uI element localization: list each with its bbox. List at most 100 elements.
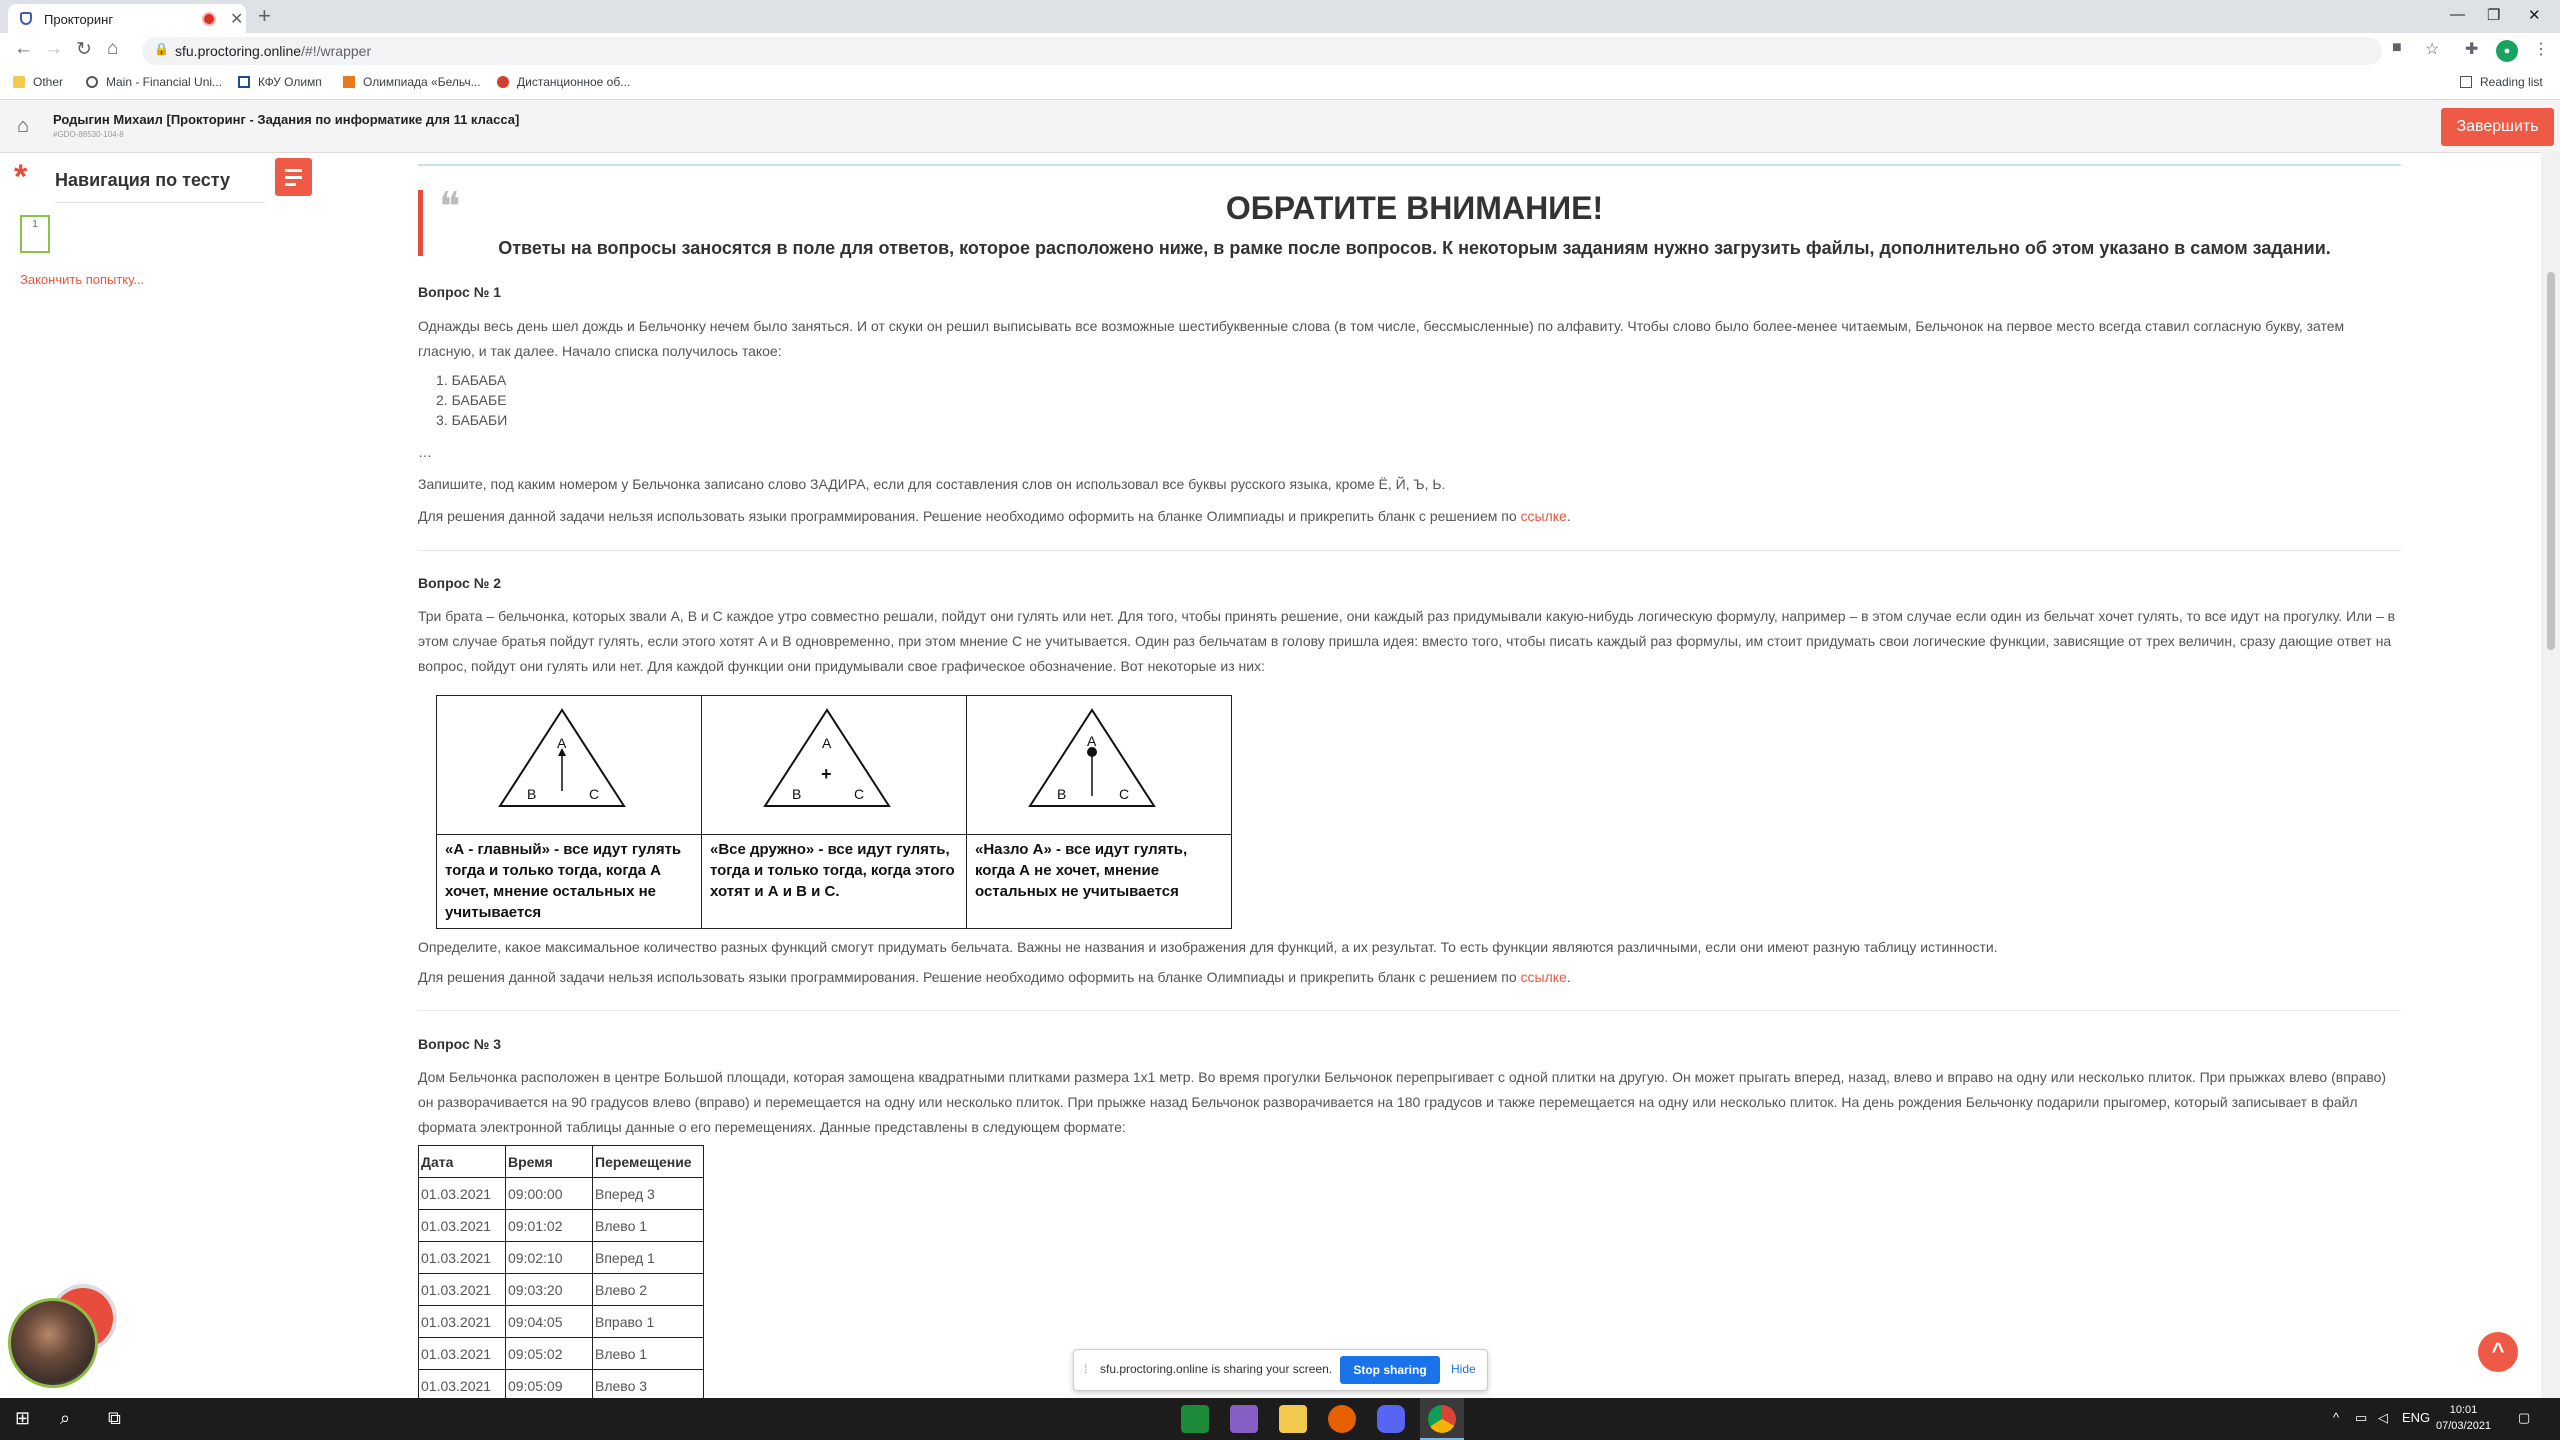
chrome-icon bbox=[1428, 1405, 1456, 1433]
question-nav-button[interactable]: 1 bbox=[20, 215, 50, 253]
reading-list[interactable]: Reading list bbox=[2460, 75, 2543, 89]
note-dot: . bbox=[1566, 508, 1571, 524]
url-host: sfu.proctoring.online bbox=[175, 43, 302, 59]
column-header: Время bbox=[505, 1145, 593, 1178]
column-header: Дата bbox=[418, 1145, 506, 1178]
windows-start-icon[interactable]: ⊞ bbox=[15, 1408, 30, 1429]
asterisk-icon: * bbox=[14, 158, 28, 196]
table-cell: 01.03.2021 bbox=[418, 1177, 506, 1210]
finish-button[interactable]: Завершить bbox=[2441, 108, 2554, 146]
function-all-together-image: A + B C bbox=[701, 695, 967, 835]
app-header: ⌂ Родыгин Михаил [Прокторинг - Задания п… bbox=[0, 100, 2560, 153]
notice-title: ОБРАТИТЕ ВНИМАНИЕ! bbox=[1225, 190, 1604, 226]
bookmark-label: Олимпиада «Бельч... bbox=[363, 75, 481, 89]
hide-button[interactable]: Hide bbox=[1451, 1362, 1476, 1376]
firefox-icon[interactable] bbox=[1328, 1405, 1356, 1433]
close-tab-icon[interactable]: ✕ bbox=[230, 9, 243, 29]
home-icon[interactable]: ⌂ bbox=[107, 38, 118, 60]
vertex-a-label: A bbox=[822, 735, 832, 751]
bookmark-label: Main - Financial Uni... bbox=[106, 75, 223, 89]
menu-icon[interactable]: ⋮ bbox=[2533, 39, 2549, 59]
file-explorer-icon[interactable] bbox=[1279, 1405, 1307, 1433]
divider bbox=[418, 1010, 2401, 1011]
scroll-to-top-button[interactable]: ^ bbox=[2478, 1332, 2518, 1372]
bookmarks-bar: Other Main - Financial Uni... КФУ Олимп … bbox=[0, 69, 2560, 100]
back-icon[interactable]: ← bbox=[14, 38, 33, 60]
stop-sharing-button[interactable]: Stop sharing bbox=[1340, 1356, 1440, 1384]
page-scrollbar[interactable] bbox=[2541, 152, 2560, 1398]
close-window-icon[interactable]: ✕ bbox=[2528, 6, 2541, 24]
table-cell: 01.03.2021 bbox=[418, 1305, 506, 1338]
reload-icon[interactable]: ↻ bbox=[76, 38, 92, 61]
shield-icon bbox=[20, 12, 32, 25]
plus-mark: + bbox=[821, 764, 832, 784]
bookmark-olympiad[interactable]: Олимпиада «Бельч... bbox=[343, 75, 481, 89]
question-2-note: Для решения данной задачи нельзя использ… bbox=[418, 965, 2401, 990]
notifications-icon[interactable]: ▢ bbox=[2518, 1410, 2530, 1426]
menu-bar-icon bbox=[285, 176, 302, 179]
finish-attempt-link[interactable]: Закончить попытку... bbox=[20, 272, 144, 287]
webcam-preview bbox=[8, 1298, 98, 1388]
main-content: ❝ ОБРАТИТЕ ВНИМАНИЕ! Ответы на вопросы з… bbox=[418, 152, 2401, 1398]
question-1-ellipsis: … bbox=[418, 444, 432, 460]
search-icon[interactable]: ⌕ bbox=[60, 1408, 70, 1429]
address-bar[interactable]: 🔒 sfu.proctoring.online/#!/wrapper bbox=[142, 37, 2382, 65]
clock[interactable]: 10:01 07/03/2021 bbox=[2436, 1402, 2491, 1434]
function-spite-a-image: A B C bbox=[966, 695, 1232, 835]
camera-icon[interactable]: ■ bbox=[2392, 39, 2402, 57]
restore-icon[interactable]: ❐ bbox=[2487, 6, 2500, 24]
nav-toggle-button[interactable] bbox=[275, 158, 312, 196]
solution-link[interactable]: ссылке bbox=[1521, 969, 1567, 985]
pycharm-icon[interactable] bbox=[1181, 1405, 1209, 1433]
folder-icon bbox=[13, 76, 25, 88]
table-cell: Влево 3 bbox=[592, 1369, 704, 1398]
divider bbox=[418, 550, 2401, 551]
table-cell: Вправо 1 bbox=[592, 1305, 704, 1338]
forward-icon[interactable]: → bbox=[44, 38, 63, 60]
profile-avatar[interactable]: ● bbox=[2496, 40, 2518, 62]
drag-handle-icon[interactable]: ⁞ bbox=[1084, 1362, 1087, 1376]
function-caption: «Все дружно» - все идут гулять, тогда и … bbox=[701, 834, 967, 929]
bookmark-label: КФУ Олимп bbox=[258, 75, 322, 89]
list-item: 3. БАБАБИ bbox=[436, 412, 508, 428]
network-icon[interactable]: ▭ bbox=[2355, 1410, 2367, 1426]
browser-tabstrip: Прокторинг ✕ + — ❐ ✕ bbox=[0, 0, 2560, 33]
clock-date: 07/03/2021 bbox=[2436, 1420, 2492, 1432]
minimize-icon[interactable]: — bbox=[2450, 6, 2465, 23]
bookmark-financial[interactable]: Main - Financial Uni... bbox=[86, 75, 222, 89]
new-tab-icon[interactable]: + bbox=[258, 3, 271, 29]
table-row: 01.03.2021 09:05:02 Влево 1 bbox=[418, 1337, 704, 1370]
solution-link[interactable]: ссылке bbox=[1521, 508, 1567, 524]
bookmark-distance[interactable]: Дистанционное об... bbox=[497, 75, 630, 89]
star-icon[interactable]: ☆ bbox=[2425, 39, 2439, 59]
menu-bar-icon bbox=[285, 183, 296, 186]
visual-studio-icon[interactable] bbox=[1230, 1405, 1258, 1433]
bookmark-other[interactable]: Other bbox=[13, 75, 63, 89]
language-indicator[interactable]: ENG bbox=[2402, 1410, 2430, 1425]
session-id: #GDO-88530-104-8 bbox=[53, 130, 124, 139]
nav-divider bbox=[55, 202, 265, 203]
bookmark-kfu[interactable]: КФУ Олимп bbox=[238, 75, 322, 89]
extensions-icon[interactable]: ✚ bbox=[2465, 39, 2478, 59]
note-text: Для решения данной задачи нельзя использ… bbox=[418, 969, 1517, 985]
table-row: 01.03.2021 09:04:05 Вправо 1 bbox=[418, 1305, 704, 1338]
function-a-main-image: A B C bbox=[436, 695, 702, 835]
url-text[interactable]: sfu.proctoring.online/#!/wrapper bbox=[175, 43, 371, 59]
movements-table: Дата Время Перемещение 01.03.2021 09:00:0… bbox=[418, 1145, 704, 1398]
triangle-spite-a-diagram: A B C bbox=[1028, 708, 1156, 807]
dots-icon bbox=[497, 76, 509, 88]
clock-time: 10:01 bbox=[2449, 1404, 2478, 1416]
tray-chevron-icon[interactable]: ^ bbox=[2333, 1410, 2339, 1425]
table-cell: 09:02:10 bbox=[505, 1241, 593, 1274]
task-view-icon[interactable]: ⧉ bbox=[108, 1408, 121, 1429]
home-icon[interactable]: ⌂ bbox=[17, 115, 29, 138]
discord-icon[interactable] bbox=[1377, 1405, 1405, 1433]
table-cell: Влево 2 bbox=[592, 1273, 704, 1306]
table-cell: Вперед 3 bbox=[592, 1177, 704, 1210]
olympiad-icon bbox=[343, 76, 355, 88]
chrome-taskbar-button[interactable] bbox=[1420, 1398, 1464, 1440]
scrollbar-thumb[interactable] bbox=[2547, 272, 2555, 650]
vertex-c-label: C bbox=[854, 786, 864, 802]
volume-icon[interactable]: ◁ bbox=[2378, 1410, 2388, 1426]
browser-tab[interactable]: Прокторинг ✕ bbox=[8, 4, 246, 33]
